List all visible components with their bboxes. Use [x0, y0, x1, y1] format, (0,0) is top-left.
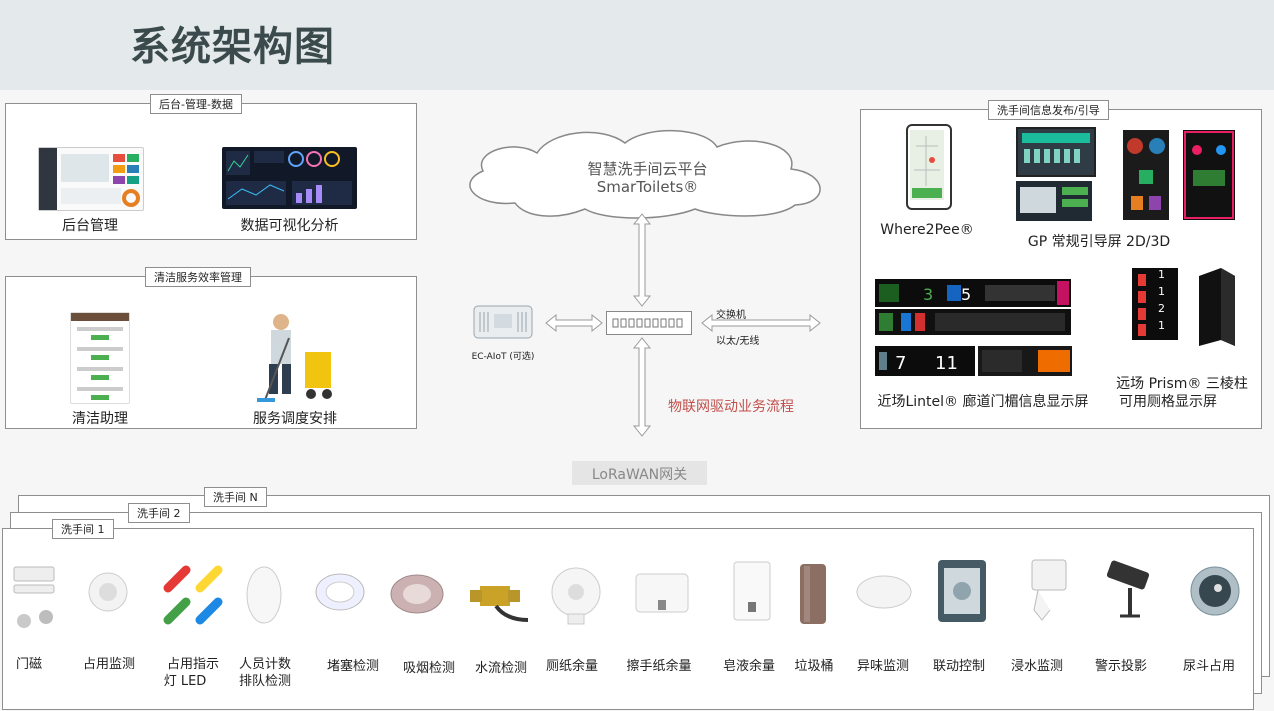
gp-guide-screen-3d — [1016, 181, 1092, 221]
svg-text:3: 3 — [923, 285, 933, 304]
prism-number-2: 1 — [1158, 285, 1165, 298]
smoke-sensor-icon — [390, 574, 444, 614]
flood-sensor-icon — [1031, 559, 1067, 621]
urinal-sensor-label: 尿斗占用 — [1182, 659, 1235, 674]
restroom-2-tab: 洗手间 2 — [128, 503, 190, 523]
page-title: 系统架构图 — [130, 24, 335, 70]
lintel-display-1: 35 — [875, 279, 1071, 307]
ec-aiot-device — [468, 302, 538, 340]
prism-display-front — [1132, 268, 1178, 340]
gp-guide-screen-2d — [1016, 127, 1096, 177]
clog-sensor-icon — [315, 573, 365, 611]
cloud-platform-title: 智慧洗手间云平台 — [587, 160, 708, 178]
lintel-display-2 — [875, 309, 1071, 335]
cleaning-app-screenshot — [70, 312, 130, 404]
people-counter-icon — [246, 566, 282, 624]
odor-sensor-icon — [856, 575, 912, 609]
ec-aiot-label: EC-AIoT (可选) — [471, 352, 535, 362]
gp-guide-label: GP 常规引导屏 2D/3D — [1027, 234, 1171, 250]
linkage-control-label: 联动控制 — [932, 659, 985, 674]
linkage-control-icon — [938, 560, 986, 622]
where2pee-label: Where2Pee® — [880, 222, 974, 238]
prism-number-4: 1 — [1158, 319, 1165, 332]
restroom-1-tab: 洗手间 1 — [52, 519, 114, 539]
led-indicator-icon — [163, 565, 223, 625]
water-flow-label: 水流检测 — [474, 661, 527, 676]
svg-text:7: 7 — [895, 353, 906, 374]
trash-bin-label: 垃圾桶 — [794, 659, 834, 674]
iot-flow-label: 物联网驱动业务流程 — [668, 399, 794, 415]
switch-lorawan-arrow — [632, 337, 652, 437]
switch-sublabel: 以太/无线 — [716, 336, 760, 347]
trash-bin-icon — [800, 564, 826, 624]
network-switch — [606, 311, 692, 335]
clog-sensor-label: 堵塞检测 — [326, 659, 379, 674]
cleaning-assistant-label: 清洁助理 — [72, 411, 128, 427]
occupancy-sensor-label: 占用监测 — [82, 657, 135, 672]
backend-admin-label: 后台管理 — [62, 218, 118, 234]
warning-projector-label: 警示投影 — [1094, 659, 1147, 674]
warning-projector-icon — [1106, 560, 1150, 618]
gp-vertical-screen — [1123, 130, 1169, 220]
led-indicator-label-1: 占用指示 — [166, 657, 219, 672]
phone-map-image — [906, 124, 952, 210]
cleaning-panel-tab: 清洁服务效率管理 — [145, 267, 251, 287]
lintel-display-label: 近场Lintel® 廊道门楣信息显示屏 — [877, 394, 1089, 410]
backend-panel-tab: 后台-管理-数据 — [150, 94, 242, 114]
prism-label-line1: 远场 Prism® 三棱柱 — [1116, 376, 1248, 392]
toilet-paper-icon — [551, 567, 601, 625]
data-visualization-label: 数据可视化分析 — [240, 218, 339, 234]
hand-towel-icon — [635, 573, 689, 613]
flood-sensor-label: 浸水监测 — [1010, 659, 1063, 674]
toilet-paper-label: 厕纸余量 — [545, 659, 598, 674]
svg-text:5: 5 — [961, 285, 971, 304]
soap-dispenser-label: 皂液余量 — [722, 659, 775, 674]
people-counter-label-1: 人员计数 — [238, 657, 291, 672]
cleaner-worker-image — [255, 312, 335, 404]
ec-switch-arrow — [545, 313, 603, 333]
smoke-sensor-label: 吸烟检测 — [402, 661, 455, 676]
door-sensor-icon — [13, 566, 55, 628]
cleaning-panel — [5, 276, 417, 429]
switch-label: 交换机 — [716, 310, 746, 321]
service-scheduling-label: 服务调度安排 — [253, 411, 337, 427]
prism-number-1: 1 — [1158, 268, 1165, 281]
restroom-n-tab: 洗手间 N — [204, 487, 267, 507]
gp-pink-screen — [1183, 130, 1235, 220]
display-panel-tab: 洗手间信息发布/引导 — [988, 100, 1109, 120]
admin-screenshot — [38, 147, 144, 211]
svg-text:11: 11 — [935, 353, 958, 374]
lintel-display-4 — [978, 346, 1072, 376]
people-counter-label-2: 排队检测 — [238, 674, 291, 689]
cloud-switch-arrow — [632, 213, 652, 307]
door-sensor-label: 门磁 — [15, 657, 42, 672]
hand-towel-label: 擦手纸余量 — [626, 659, 692, 674]
dashboard-screenshot — [222, 147, 357, 209]
lintel-display-3: 7 11 — [875, 346, 975, 376]
occupancy-sensor-icon — [88, 572, 128, 612]
odor-sensor-label: 异味监测 — [856, 659, 909, 674]
prism-number-3: 2 — [1158, 302, 1165, 315]
prism-display-3d — [1199, 268, 1235, 346]
soap-dispenser-icon — [733, 561, 771, 621]
cloud-platform-brand: SmarToilets® — [596, 178, 699, 196]
lorawan-gateway-label: LoRaWAN网关 — [591, 467, 688, 483]
water-flow-icon — [470, 586, 529, 622]
urinal-sensor-icon — [1190, 566, 1240, 616]
led-indicator-label-2: 灯 LED — [163, 674, 207, 689]
prism-label-line2: 可用厕格显示屏 — [1119, 394, 1217, 410]
